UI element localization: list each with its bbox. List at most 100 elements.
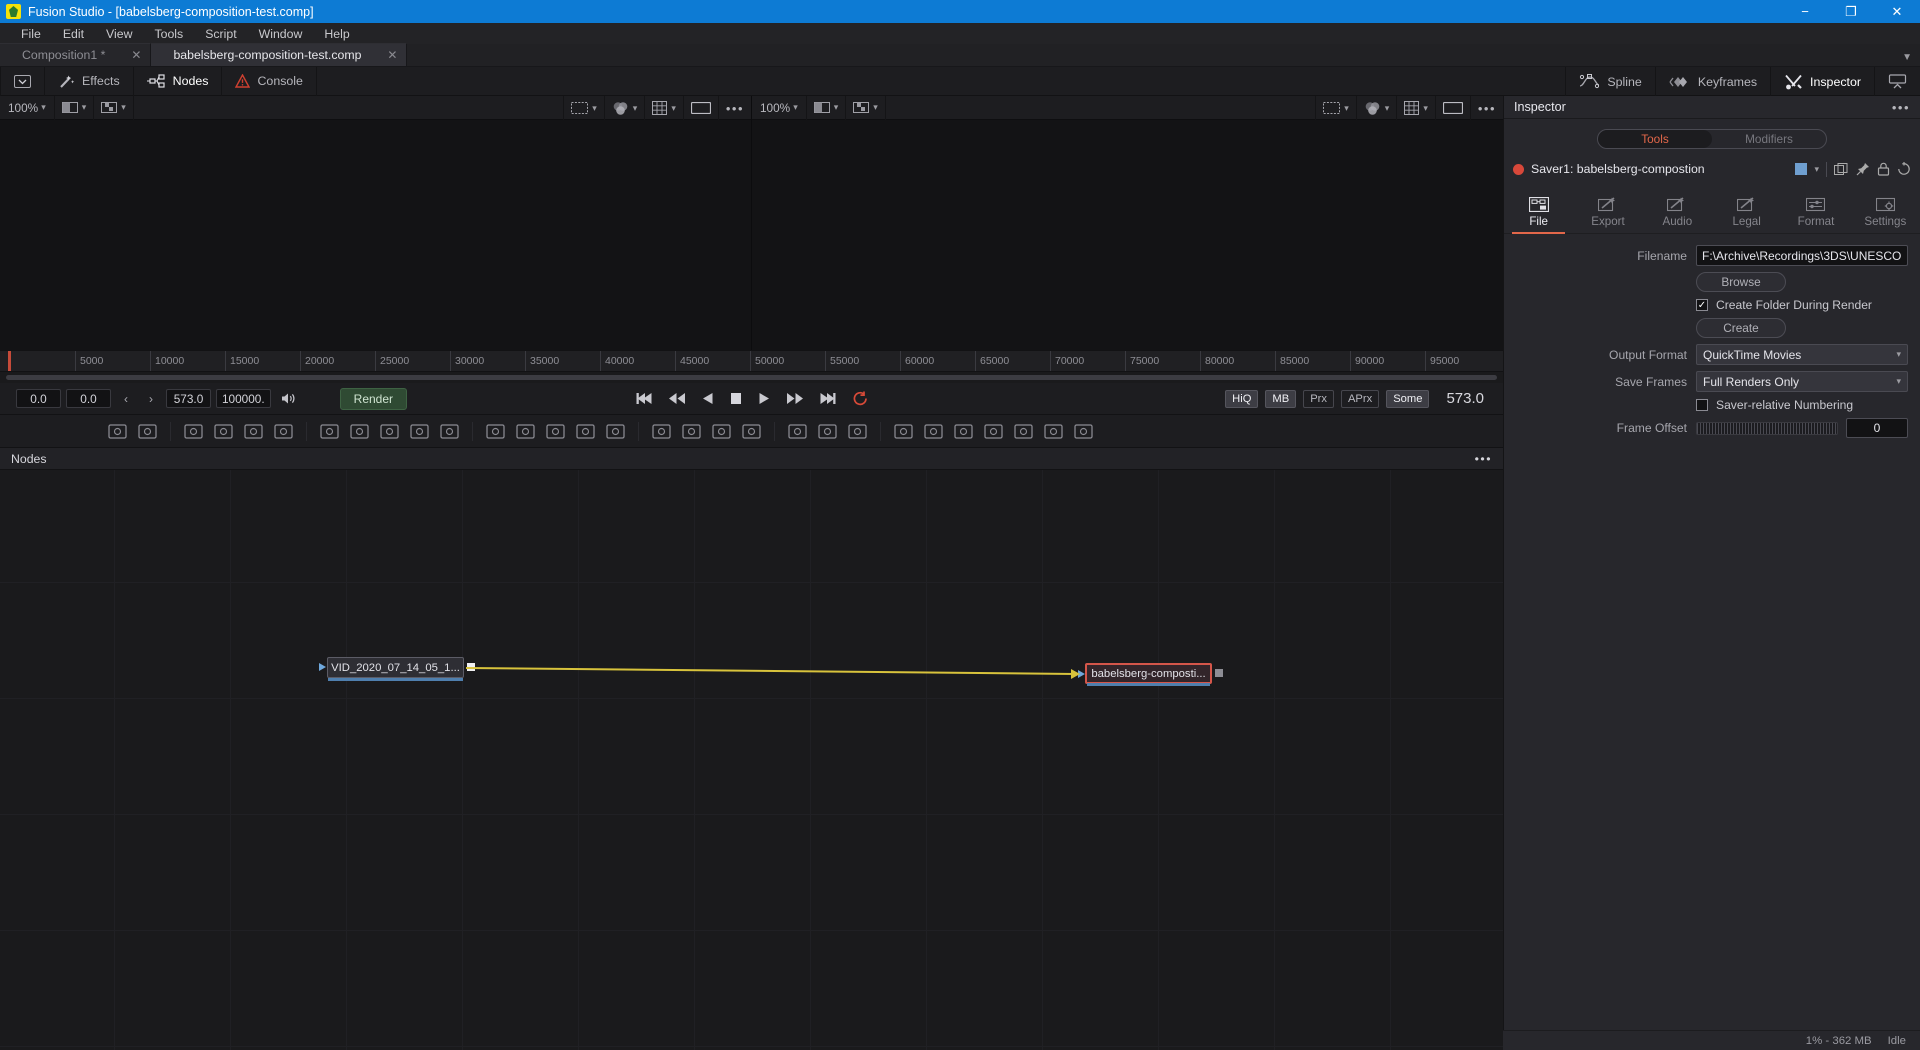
viewer-right[interactable]: 100% ▾ ▾ ▾ ▾ ▾ ▾ ••• [751, 95, 1503, 350]
menu-file[interactable]: File [10, 25, 52, 43]
frame-offset-value[interactable]: 0 [1846, 418, 1908, 438]
tab-modifiers[interactable]: Modifiers [1712, 130, 1826, 148]
grain-icon[interactable] [213, 422, 234, 441]
color-icon[interactable] [439, 422, 460, 441]
viewer-left-marquee[interactable]: ▾ [563, 96, 604, 120]
toolbar-keyframes-button[interactable]: Keyframes [1654, 67, 1770, 96]
saver-relative-checkbox[interactable] [1696, 399, 1708, 411]
minimize-button[interactable]: − [1782, 0, 1828, 23]
mask-icon[interactable] [379, 422, 400, 441]
skip-to-start-icon[interactable] [635, 392, 652, 405]
viewer-left-splitview[interactable]: ▾ [55, 95, 95, 120]
chevron-down-icon[interactable]: ▾ [1423, 103, 1428, 114]
ellipse-mask-icon[interactable] [681, 422, 702, 441]
menu-edit[interactable]: Edit [52, 25, 95, 43]
toolbar-spline-button[interactable]: Spline [1565, 67, 1654, 96]
skip-to-end-icon[interactable] [819, 392, 836, 405]
subtab-format[interactable]: Format [1781, 191, 1850, 233]
node-saver[interactable]: babelsberg-composti... [1078, 663, 1212, 686]
quality-tag-prx[interactable]: Prx [1303, 389, 1334, 408]
toolbar-inspector-button[interactable]: Inspector [1770, 67, 1874, 96]
subtab-file[interactable]: File [1504, 191, 1573, 234]
viewer-left-canvas[interactable] [0, 120, 751, 350]
particles-icon[interactable] [319, 422, 340, 441]
crop-icon[interactable] [605, 422, 626, 441]
subtab-audio[interactable]: Audio [1643, 191, 1712, 233]
fast-forward-icon[interactable] [786, 392, 803, 405]
chevron-down-icon[interactable]: ▾ [1344, 103, 1349, 114]
prev-keyframe-button[interactable]: ‹ [116, 392, 136, 406]
node-loader[interactable]: VID_2020_07_14_05_1... [319, 657, 464, 681]
render-button[interactable]: Render [339, 387, 408, 410]
viewer-right-colorwheels[interactable]: ▾ [1355, 96, 1397, 120]
polygon-mask-icon[interactable] [741, 422, 762, 441]
subtab-legal[interactable]: Legal [1712, 191, 1781, 233]
playhead[interactable] [8, 351, 11, 371]
sphere3d-icon[interactable] [923, 422, 944, 441]
planar-tracker-icon[interactable] [817, 422, 838, 441]
menu-help[interactable]: Help [313, 25, 360, 43]
chevron-down-icon[interactable]: ▾ [592, 103, 597, 114]
global-end-field[interactable]: 100000. [216, 389, 271, 408]
out-point-field[interactable]: 0.0 [66, 389, 111, 408]
save-frames-select[interactable]: Full Renders Only ▾ [1696, 371, 1908, 392]
render3d-icon[interactable] [1043, 422, 1064, 441]
bspline-mask-icon[interactable] [711, 422, 732, 441]
maximize-button[interactable]: ❐ [1828, 0, 1874, 23]
loop-icon[interactable] [852, 391, 868, 406]
text3d-icon[interactable] [953, 422, 974, 441]
node-input-port[interactable] [319, 663, 326, 671]
subtab-settings[interactable]: Settings [1851, 191, 1920, 233]
toolbar-effects-button[interactable]: Effects [45, 66, 134, 96]
saver-icon[interactable] [137, 422, 158, 441]
shape3d-icon[interactable] [893, 422, 914, 441]
menu-window[interactable]: Window [248, 25, 314, 43]
toolbar-nodes-button[interactable]: Nodes [134, 66, 223, 96]
loader-icon[interactable] [107, 422, 128, 441]
color-swatch[interactable] [1795, 163, 1808, 175]
menu-script[interactable]: Script [194, 25, 247, 43]
bg-gradient-icon[interactable] [349, 422, 370, 441]
chevron-down-icon[interactable]: ▾ [121, 102, 126, 113]
reset-icon[interactable] [1897, 162, 1911, 176]
output-format-select[interactable]: QuickTime Movies ▾ [1696, 344, 1908, 365]
browse-button[interactable]: Browse [1696, 272, 1786, 292]
glow-icon[interactable] [409, 422, 430, 441]
cube3d-icon[interactable] [1013, 422, 1034, 441]
comp-tab-composition1[interactable]: Composition1 * ✕ [0, 43, 152, 66]
overflow-icon[interactable]: ••• [1892, 100, 1910, 115]
toolbar-console-button[interactable]: Console [222, 66, 317, 96]
fog3d-icon[interactable] [1073, 422, 1094, 441]
chevron-down-icon[interactable]: ▾ [671, 103, 676, 114]
comp-tab-babelsberg[interactable]: babelsberg-composition-test.comp ✕ [151, 43, 408, 66]
record-toggle-icon[interactable] [1513, 163, 1524, 175]
quality-tag-mb[interactable]: MB [1265, 389, 1297, 408]
stop-icon[interactable] [729, 392, 742, 405]
frame-offset-slider[interactable] [1696, 421, 1838, 435]
chevron-down-icon[interactable]: ▾ [633, 103, 638, 114]
timeline-ruler[interactable]: 5000 10000 15000 20000 25000 30000 35000 40000 4… [0, 350, 1503, 372]
toolbar-layout-dropdown[interactable] [0, 66, 45, 96]
viewer-left-grid[interactable]: ▾ [644, 96, 683, 120]
blur-icon[interactable] [183, 422, 204, 441]
current-frame-field[interactable]: 573.0 [166, 389, 211, 408]
menu-view[interactable]: View [95, 25, 143, 43]
viewer-right-overflow[interactable]: ••• [1469, 96, 1503, 120]
node-output-port[interactable] [1215, 669, 1223, 677]
chevron-down-icon[interactable]: ▾ [834, 102, 839, 113]
chevron-down-icon[interactable]: ▾ [1814, 164, 1819, 175]
viewer-right-grid[interactable]: ▾ [1396, 96, 1435, 120]
viewer-right-framefit[interactable] [1434, 96, 1470, 120]
viewer-right-canvas[interactable] [752, 120, 1503, 350]
viewer-left-checker[interactable]: ▾ [94, 95, 134, 120]
quality-tag-aprx[interactable]: APrx [1340, 389, 1380, 408]
resize-icon[interactable] [575, 422, 596, 441]
viewer-left-zoom[interactable]: 100% ▾ [0, 95, 55, 120]
close-button[interactable]: ✕ [1874, 0, 1920, 23]
node-graph-canvas[interactable]: VID_2020_07_14_05_1... babelsberg-compost… [0, 470, 1503, 1050]
menu-tools[interactable]: Tools [143, 25, 194, 43]
chevron-down-icon[interactable]: ▾ [793, 102, 798, 113]
play-icon[interactable] [758, 392, 770, 405]
chevron-down-icon[interactable]: ▾ [873, 102, 878, 113]
create-button[interactable]: Create [1696, 318, 1786, 338]
